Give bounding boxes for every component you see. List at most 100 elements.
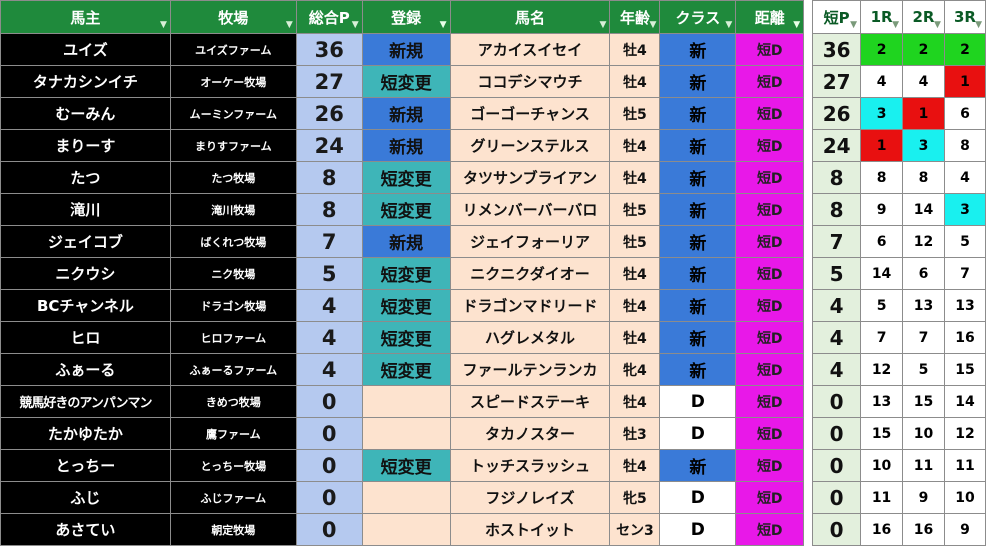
filter-dropdown-icon[interactable]: ▼ [892,20,899,30]
race1-rank-cell[interactable]: 11 [860,481,904,514]
age-cell[interactable]: 牡4 [609,65,661,98]
race3-rank-cell[interactable]: 10 [943,481,986,514]
farm-cell[interactable]: ふぁーるファーム [169,353,297,386]
farm-cell[interactable]: たつ牧場 [169,161,297,194]
registration-cell[interactable]: 短変更 [361,449,451,482]
horse-name-cell[interactable]: トッチスラッシュ [449,449,611,482]
distance-cell[interactable]: 短D [735,97,805,130]
owner-cell[interactable]: ヒロ [0,321,171,354]
race1-rank-cell[interactable]: 6 [860,225,904,258]
class-cell[interactable]: 新 [659,65,737,98]
race3-rank-cell[interactable]: 8 [943,129,986,162]
horse-name-cell[interactable]: スピードステーキ [449,385,611,418]
class-cell[interactable]: 新 [659,161,737,194]
age-cell[interactable]: 牝4 [609,353,661,386]
race2-rank-cell[interactable]: 6 [902,257,945,290]
owner-cell[interactable]: ジェイコブ [0,225,171,258]
horse-name-cell[interactable]: ニクニクダイオー [449,257,611,290]
race2-rank-cell[interactable]: 13 [902,289,945,322]
race1-rank-cell[interactable]: 5 [860,289,904,322]
age-cell[interactable]: 牡5 [609,193,661,226]
owner-cell[interactable]: とっちー [0,449,171,482]
farm-cell[interactable]: 朝定牧場 [169,513,297,546]
registration-header[interactable]: 登録 ▼ [361,0,451,34]
total-points-cell[interactable]: 4 [295,321,363,354]
registration-cell[interactable]: 新規 [361,129,451,162]
race1-rank-cell[interactable]: 12 [860,353,904,386]
registration-cell[interactable]: 新規 [361,97,451,130]
short-points-cell[interactable]: 0 [812,481,862,514]
race1-rank-cell[interactable]: 4 [860,65,904,98]
age-cell[interactable]: 牡4 [609,289,661,322]
total-points-cell[interactable]: 26 [295,97,363,130]
total-points-cell[interactable]: 27 [295,65,363,98]
filter-dropdown-icon[interactable]: ▼ [934,20,941,30]
owner-cell[interactable]: 競馬好きのアンパンマン [0,385,171,418]
registration-cell[interactable]: 短変更 [361,161,451,194]
total-points-cell[interactable]: 7 [295,225,363,258]
registration-cell[interactable] [361,481,451,514]
class-cell[interactable]: 新 [659,289,737,322]
filter-active-icon[interactable]: ▼ [440,20,447,30]
race2-rank-cell[interactable]: 8 [902,161,945,194]
short-points-cell[interactable]: 0 [812,417,862,450]
class-cell[interactable]: 新 [659,97,737,130]
farm-cell[interactable]: とっちー牧場 [169,449,297,482]
farm-cell[interactable]: 鷹ファーム [169,417,297,450]
distance-cell[interactable]: 短D [735,513,805,546]
farm-cell[interactable]: オーケー牧場 [169,65,297,98]
age-cell[interactable]: 牡4 [609,161,661,194]
short-points-cell[interactable]: 4 [812,321,862,354]
total-points-cell[interactable]: 4 [295,289,363,322]
age-cell[interactable]: 牡4 [609,385,661,418]
class-cell[interactable]: 新 [659,449,737,482]
registration-cell[interactable]: 短変更 [361,289,451,322]
distance-cell[interactable]: 短D [735,289,805,322]
distance-cell[interactable]: 短D [735,449,805,482]
class-cell[interactable]: D [659,385,737,418]
short-points-cell[interactable]: 8 [812,161,862,194]
total-points-cell[interactable]: 0 [295,449,363,482]
owner-cell[interactable]: ユイズ [0,33,171,66]
race1-rank-cell[interactable]: 14 [860,257,904,290]
race1-rank-cell[interactable]: 13 [860,385,904,418]
farm-cell[interactable]: ふじファーム [169,481,297,514]
short-points-cell[interactable]: 5 [812,257,862,290]
registration-cell[interactable]: 短変更 [361,193,451,226]
owner-cell[interactable]: ふじ [0,481,171,514]
race3-rank-cell[interactable]: 9 [943,513,986,546]
r1-header[interactable]: 1R ▼ [860,0,904,34]
short-points-cell[interactable]: 0 [812,385,862,418]
race1-rank-cell[interactable]: 7 [860,321,904,354]
horse-name-cell[interactable]: ジェイフォーリア [449,225,611,258]
registration-cell[interactable]: 短変更 [361,353,451,386]
short-points-cell[interactable]: 24 [812,129,862,162]
race2-rank-cell[interactable]: 15 [902,385,945,418]
race1-rank-cell[interactable]: 9 [860,193,904,226]
horse-name-cell[interactable]: タツサンブライアン [449,161,611,194]
race1-rank-cell[interactable]: 16 [860,513,904,546]
race3-rank-cell[interactable]: 12 [943,417,986,450]
registration-cell[interactable]: 新規 [361,33,451,66]
total-points-cell[interactable]: 8 [295,161,363,194]
race3-rank-cell[interactable]: 14 [943,385,986,418]
race3-rank-cell[interactable]: 15 [943,353,986,386]
horse-name-cell[interactable]: ハグレメタル [449,321,611,354]
total-points-cell[interactable]: 24 [295,129,363,162]
short-p-header[interactable]: 短P ▼ [812,0,862,34]
filter-dropdown-icon[interactable]: ▼ [352,20,359,30]
registration-cell[interactable]: 短変更 [361,257,451,290]
filter-dropdown-icon[interactable]: ▼ [975,20,982,30]
owner-header[interactable]: 馬主 ▼ [0,0,171,34]
total-points-cell[interactable]: 0 [295,513,363,546]
race3-rank-cell[interactable]: 3 [943,193,986,226]
short-points-cell[interactable]: 4 [812,353,862,386]
total-points-cell[interactable]: 4 [295,353,363,386]
distance-cell[interactable]: 短D [735,65,805,98]
class-cell[interactable]: 新 [659,321,737,354]
race2-rank-cell[interactable]: 9 [902,481,945,514]
age-cell[interactable]: 牡4 [609,129,661,162]
horse-name-cell[interactable]: アカイスイセイ [449,33,611,66]
race2-rank-cell[interactable]: 14 [902,193,945,226]
race3-rank-cell[interactable]: 11 [943,449,986,482]
